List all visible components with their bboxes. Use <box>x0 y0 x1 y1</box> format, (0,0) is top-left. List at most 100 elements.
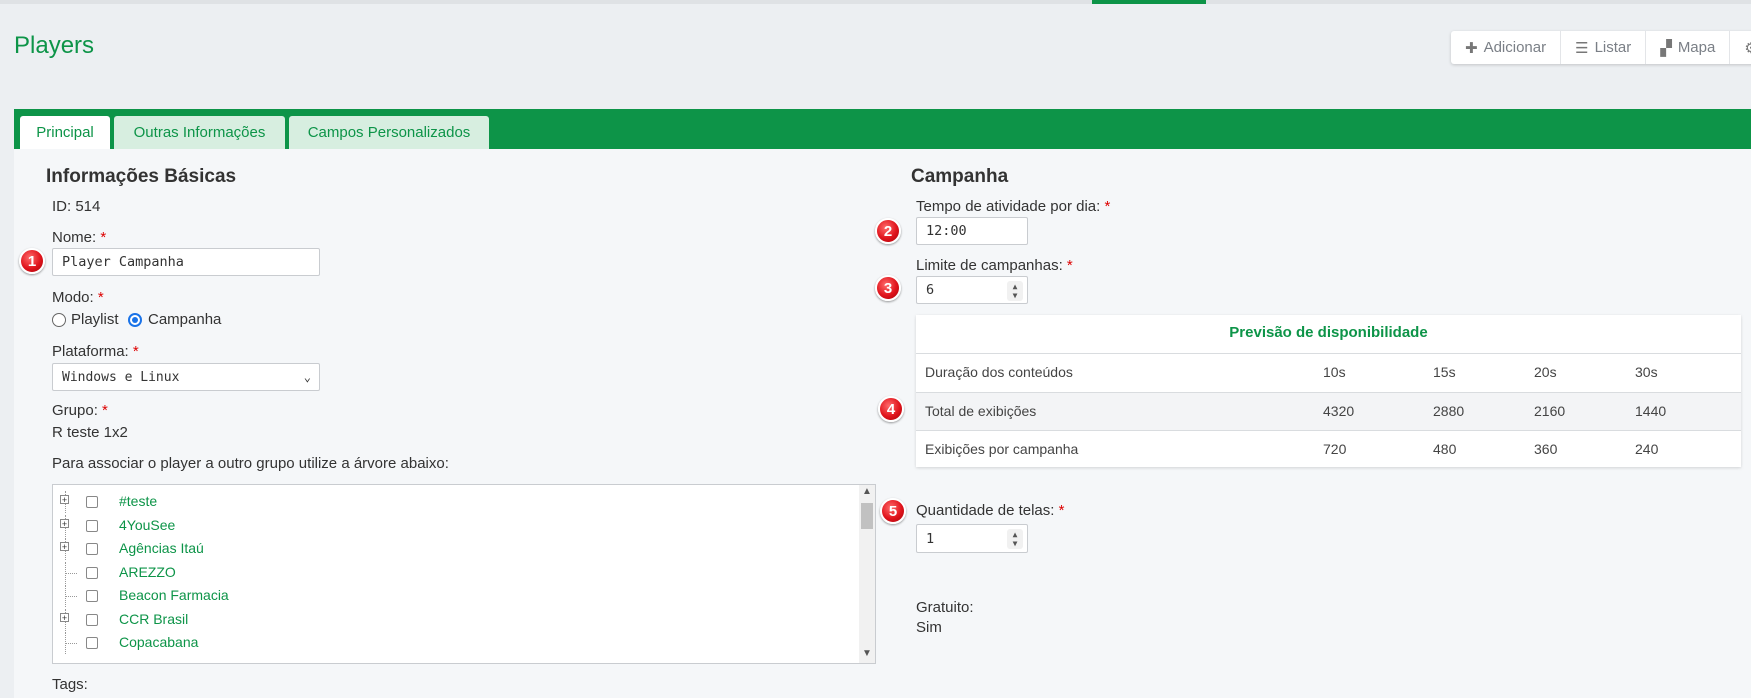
list-button[interactable]: ☰ Listar <box>1561 31 1647 64</box>
tree-item-label[interactable]: Agências Itaú <box>119 540 204 556</box>
stepper-arrows-icon[interactable]: ▲ ▼ <box>1007 281 1023 301</box>
group-value: R teste 1x2 <box>52 424 128 441</box>
map-button-label: Mapa <box>1677 39 1716 56</box>
settings-button[interactable]: ⚙ <box>1730 31 1751 64</box>
tree-item-checkbox[interactable] <box>86 614 98 626</box>
player-id: ID: 514 <box>52 198 101 215</box>
tree-item-label[interactable]: CCR Brasil <box>119 611 188 627</box>
tree-scrollbar[interactable]: ▲ ▼ <box>859 485 875 663</box>
list-button-label: Listar <box>1594 39 1632 56</box>
expand-icon[interactable]: + <box>60 613 69 623</box>
forecast-cell: Total de exibições <box>925 403 1037 419</box>
platform-label: Plataforma: * <box>52 343 139 360</box>
tree-item-checkbox[interactable] <box>86 567 98 579</box>
step-badge-1: 1 <box>19 248 45 274</box>
tree-item-checkbox[interactable] <box>86 590 98 602</box>
step-badge-5: 5 <box>880 498 906 524</box>
list-icon: ☰ <box>1575 39 1589 57</box>
campaign-limit-label: Limite de campanhas: * <box>916 257 1073 274</box>
mode-playlist-radio[interactable] <box>52 313 66 327</box>
mode-playlist-label: Playlist <box>71 311 119 328</box>
tree-item-checkbox[interactable] <box>86 637 98 649</box>
expand-icon[interactable]: + <box>60 495 69 505</box>
stepper-arrows-icon[interactable]: ▲ ▼ <box>1007 529 1023 549</box>
forecast-cell: 15s <box>1433 364 1456 380</box>
tab-principal[interactable]: Principal <box>20 116 110 149</box>
expand-icon[interactable]: + <box>60 542 69 552</box>
forecast-cell: 360 <box>1534 441 1558 457</box>
tree-item-label[interactable]: AREZZO <box>119 564 176 580</box>
screens-label: Quantidade de telas: * <box>916 502 1065 519</box>
screens-stepper[interactable]: 1 ▲ ▼ <box>916 524 1028 553</box>
forecast-cell: 480 <box>1433 441 1457 457</box>
top-active-indicator <box>1092 0 1206 4</box>
tree-item-checkbox[interactable] <box>86 543 98 555</box>
tab-campos-personalizados[interactable]: Campos Personalizados <box>289 116 489 149</box>
map-icon: ▞ <box>1660 39 1672 57</box>
tree-item[interactable]: + 4YouSee <box>53 515 853 537</box>
group-label: Grupo: * <box>52 402 108 419</box>
tab-outras-informacoes[interactable]: Outras Informações <box>114 116 285 149</box>
tree-item[interactable]: Beacon Farmacia <box>53 585 853 607</box>
tree-item-label[interactable]: Beacon Farmacia <box>119 587 229 603</box>
name-field[interactable]: Player Campanha <box>52 248 320 276</box>
add-button-label: Adicionar <box>1483 39 1547 56</box>
platform-selected-value: Windows e Linux <box>62 369 180 385</box>
campaign-limit-value: 6 <box>926 282 935 298</box>
chevron-down-icon: ⌄ <box>303 370 311 384</box>
gear-icon: ⚙ <box>1744 39 1751 57</box>
map-button[interactable]: ▞ Mapa <box>1646 31 1731 64</box>
required-mark: * <box>100 229 107 246</box>
mode-campanha-radio[interactable] <box>128 313 142 327</box>
required-mark: * <box>97 289 104 306</box>
mode-campanha-label: Campanha <box>148 311 222 328</box>
scroll-down-icon[interactable]: ▼ <box>862 648 872 659</box>
tree-item[interactable]: AREZZO <box>53 562 853 584</box>
tree-item[interactable]: + Agências Itaú <box>53 538 853 560</box>
forecast-row: Total de exibições 4320 2880 2160 1440 <box>916 393 1741 430</box>
tree-item[interactable]: + CCR Brasil <box>53 609 853 631</box>
forecast-cell: 240 <box>1635 441 1659 457</box>
forecast-row: Duração dos conteúdos 10s 15s 20s 30s <box>916 354 1741 391</box>
required-mark: * <box>1066 257 1073 274</box>
tree-item[interactable]: Copacabana <box>53 632 853 654</box>
tree-item-label[interactable]: #teste <box>119 493 157 509</box>
forecast-title: Previsão de disponibilidade <box>1229 324 1428 341</box>
scroll-thumb[interactable] <box>861 503 873 529</box>
tree-item-label[interactable]: Copacabana <box>119 634 198 650</box>
plus-icon: ✚ <box>1465 39 1478 57</box>
expand-icon[interactable]: + <box>60 519 69 529</box>
forecast-cell: 2160 <box>1534 403 1566 419</box>
group-tree[interactable]: + #teste + 4YouSee + Agências Itaú AREZZ… <box>52 484 876 664</box>
forecast-cell: 720 <box>1323 441 1347 457</box>
free-value: Sim <box>916 619 942 636</box>
uptime-label: Tempo de atividade por dia: * <box>916 198 1111 215</box>
campaign-heading: Campanha <box>911 166 1009 187</box>
forecast-cell: 1440 <box>1635 403 1667 419</box>
basic-info-heading: Informações Básicas <box>46 166 237 187</box>
forecast-row: Exibições por campanha 720 480 360 240 <box>916 431 1741 468</box>
scroll-up-icon[interactable]: ▲ <box>862 486 872 497</box>
free-label: Gratuito: <box>916 599 974 616</box>
campaign-limit-stepper[interactable]: 6 ▲ ▼ <box>916 276 1028 304</box>
tree-item-checkbox[interactable] <box>86 520 98 532</box>
forecast-cell: 10s <box>1323 364 1346 380</box>
toolbar: ✚ Adicionar ☰ Listar ▞ Mapa ⚙ <box>1451 31 1751 64</box>
tree-item[interactable]: + #teste <box>53 491 853 513</box>
tree-item-label[interactable]: 4YouSee <box>119 517 175 533</box>
availability-forecast-card: Previsão de disponibilidade Duração dos … <box>916 315 1741 467</box>
forecast-cell: 4320 <box>1323 403 1355 419</box>
required-mark: * <box>1104 198 1111 215</box>
name-label: Nome: * <box>52 229 107 246</box>
tree-hint: Para associar o player a outro grupo uti… <box>52 455 449 472</box>
uptime-field[interactable]: 12:00 <box>916 217 1028 245</box>
forecast-cell: 20s <box>1534 364 1557 380</box>
forecast-cell: Exibições por campanha <box>925 441 1079 457</box>
step-badge-3: 3 <box>875 275 901 301</box>
step-badge-4: 4 <box>878 396 904 422</box>
tree-item-checkbox[interactable] <box>86 496 98 508</box>
tab-bar: Principal Outras Informações Campos Pers… <box>14 109 1751 149</box>
platform-select[interactable]: Windows e Linux ⌄ <box>52 363 320 391</box>
required-mark: * <box>102 402 108 419</box>
add-button[interactable]: ✚ Adicionar <box>1451 31 1562 64</box>
